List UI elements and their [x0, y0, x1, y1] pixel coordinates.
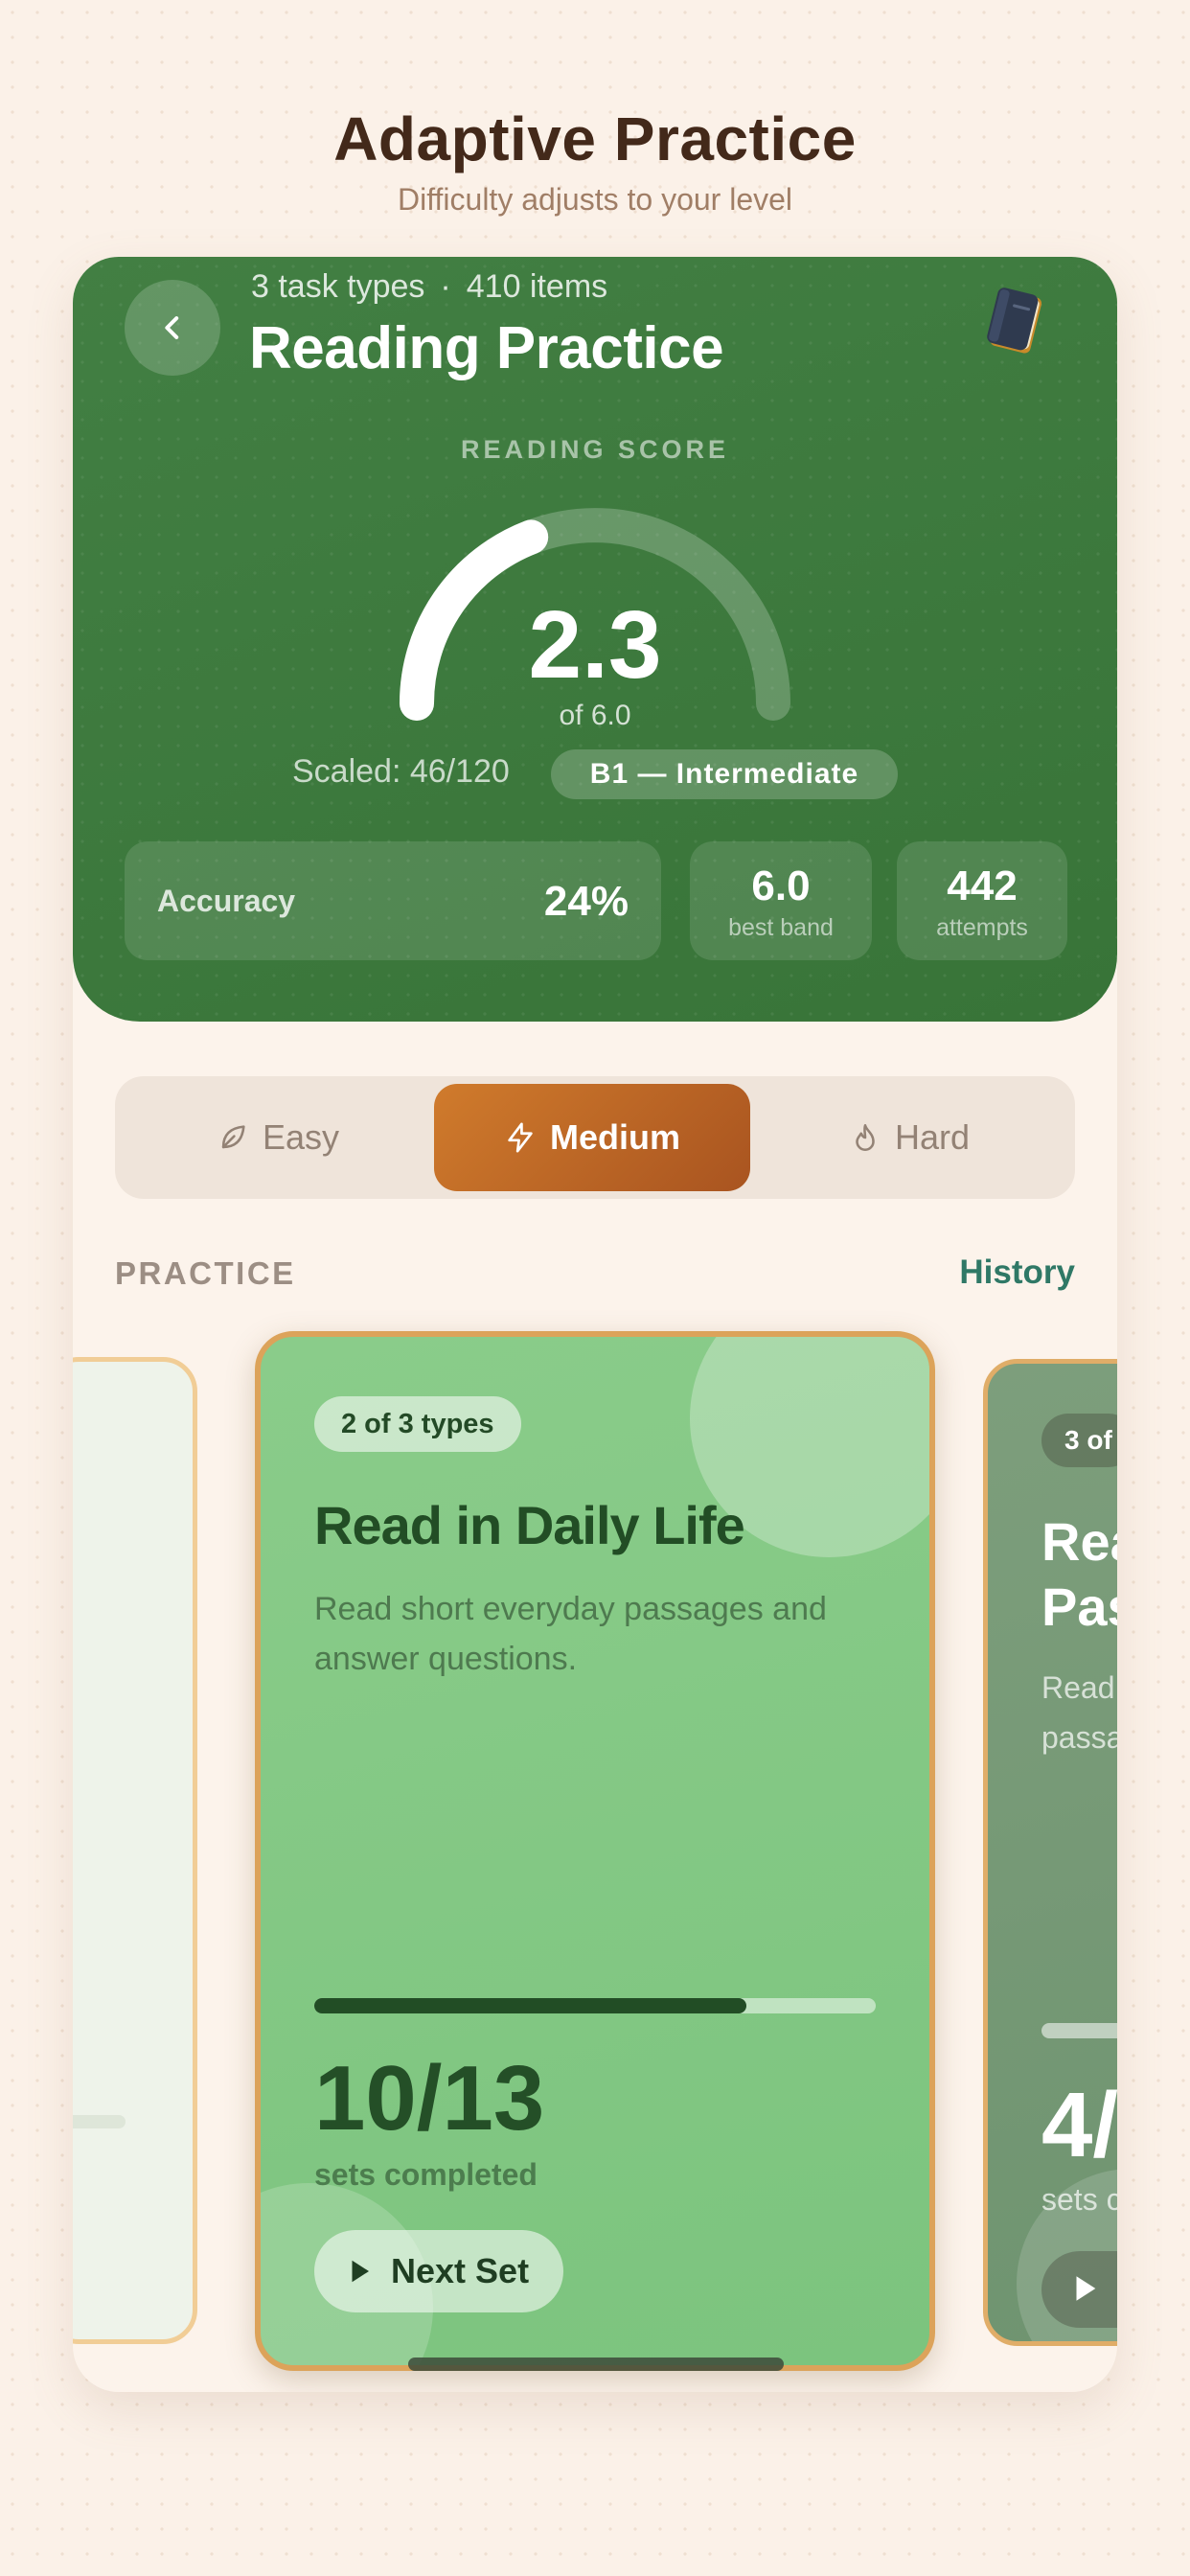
accuracy-stat: Accuracy 24%: [125, 841, 661, 960]
sets-completed-count: 10/13: [314, 2047, 545, 2150]
card-type-pill: 3 of: [1041, 1414, 1117, 1467]
play-icon: [352, 2260, 369, 2283]
best-band-value: 6.0: [751, 862, 811, 909]
book-icon: [987, 288, 1042, 354]
sets-completed-count: 4/: [1041, 2074, 1117, 2176]
chevron-left-icon: [165, 316, 179, 339]
accuracy-label: Accuracy: [157, 884, 296, 918]
flame-icon: [856, 1123, 875, 1151]
section-label: PRACTICE: [115, 1255, 296, 1291]
card-progress-track: [1041, 2023, 1117, 2038]
page-title: Adaptive Practice: [333, 104, 857, 173]
sets-completed-label: sets c: [1041, 2182, 1117, 2217]
practice-title: Reading Practice: [249, 315, 724, 381]
home-indicator[interactable]: [408, 2358, 784, 2371]
difficulty-hard-label: Hard: [894, 1117, 971, 1157]
difficulty-easy-label: Easy: [262, 1117, 340, 1157]
play-icon: [1076, 2276, 1096, 2301]
score-value: 2.3: [528, 591, 662, 699]
scaled-score: Scaled: 46/120: [292, 753, 510, 790]
attempts-value: 442: [947, 862, 1018, 909]
separator-dot: ·: [440, 268, 451, 305]
difficulty-hard-button[interactable]: Hard: [753, 1084, 1065, 1191]
back-button[interactable]: [125, 280, 220, 376]
leaf-icon: [221, 1125, 245, 1149]
practice-meta: 3 task types · 410 items: [251, 268, 607, 306]
next-set-button[interactable]: Next Set: [314, 2230, 564, 2312]
best-band-label: best band: [728, 914, 834, 941]
card-progress-track: [73, 2115, 126, 2128]
accuracy-value: 24%: [543, 878, 629, 925]
practice-card-current[interactable]: 2 of 3 types Read in Daily Life Read sho…: [255, 1331, 935, 2371]
task-types-count: 3 task types: [251, 268, 425, 305]
attempts-label: attempts: [936, 914, 1028, 941]
card-progress-fill: [314, 1998, 747, 2013]
difficulty-selector: Easy Medium Hard: [115, 1076, 1075, 1199]
sets-completed-label: sets completed: [314, 2157, 538, 2192]
practice-card-next[interactable]: 3 of Rea Pas Read passa 4/ sets c: [983, 1359, 1117, 2346]
difficulty-medium-button[interactable]: Medium: [434, 1084, 750, 1191]
page-subtitle: Difficulty adjusts to your level: [397, 182, 793, 217]
card-title-line: Rea: [1041, 1511, 1117, 1572]
level-badge: B1 — Intermediate: [551, 749, 898, 799]
next-set-label: Next Set: [391, 2251, 530, 2290]
score-header: 3 task types · 410 items Reading Practice …: [73, 257, 1117, 1022]
items-count: 410 items: [466, 268, 608, 305]
next-set-button[interactable]: [1041, 2251, 1117, 2328]
card-title: Rea Pas: [1041, 1509, 1117, 1640]
best-band-stat: 6.0 best band: [690, 841, 872, 960]
score-label: READING SCORE: [460, 435, 730, 464]
difficulty-medium-label: Medium: [549, 1117, 680, 1157]
attempts-stat: 442 attempts: [897, 841, 1067, 960]
card-description: Read short everyday passages and answer …: [314, 1591, 827, 1677]
difficulty-easy-button[interactable]: Easy: [125, 1084, 431, 1191]
card-description-line: Read: [1041, 1670, 1115, 1705]
score-max: of 6.0: [559, 700, 631, 731]
card-description: Read passa: [1041, 1663, 1117, 1762]
card-type-pill: 2 of 3 types: [314, 1396, 521, 1452]
app-screen: 3 task types · 410 items Reading Practice …: [73, 257, 1117, 2392]
history-link[interactable]: History: [959, 1254, 1075, 1292]
lightning-icon: [508, 1122, 533, 1153]
card-title-line: Pas: [1041, 1576, 1117, 1637]
practice-card-previous[interactable]: ds with: [73, 1357, 197, 2344]
card-progress-track: [314, 1998, 876, 2013]
card-description-line: passa: [1041, 1720, 1117, 1755]
card-title: Read in Daily Life: [314, 1495, 745, 1555]
